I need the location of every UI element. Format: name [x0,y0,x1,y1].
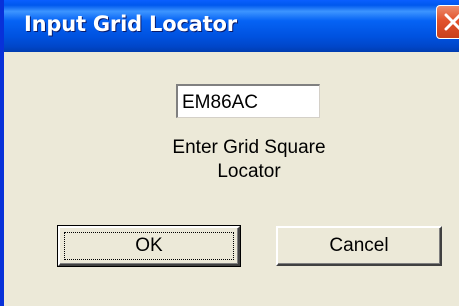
title-bar[interactable]: Input Grid Locator [4,0,459,52]
grid-locator-input[interactable] [176,84,320,118]
prompt-line-1: Enter Grid Square [172,137,326,158]
prompt-line-2: Locator [217,161,281,182]
window-title: Input Grid Locator [24,12,237,36]
focus-rectangle [64,232,234,260]
cancel-button-label: Cancel [329,235,389,256]
prompt-label: Enter Grid Square Locator [134,136,364,184]
close-button[interactable] [436,5,459,39]
ok-button[interactable]: OK [57,225,241,267]
close-x-icon [444,13,459,31]
dialog-window: Input Grid Locator Enter Grid Square Loc… [0,0,459,306]
cancel-button[interactable]: Cancel [276,226,442,266]
